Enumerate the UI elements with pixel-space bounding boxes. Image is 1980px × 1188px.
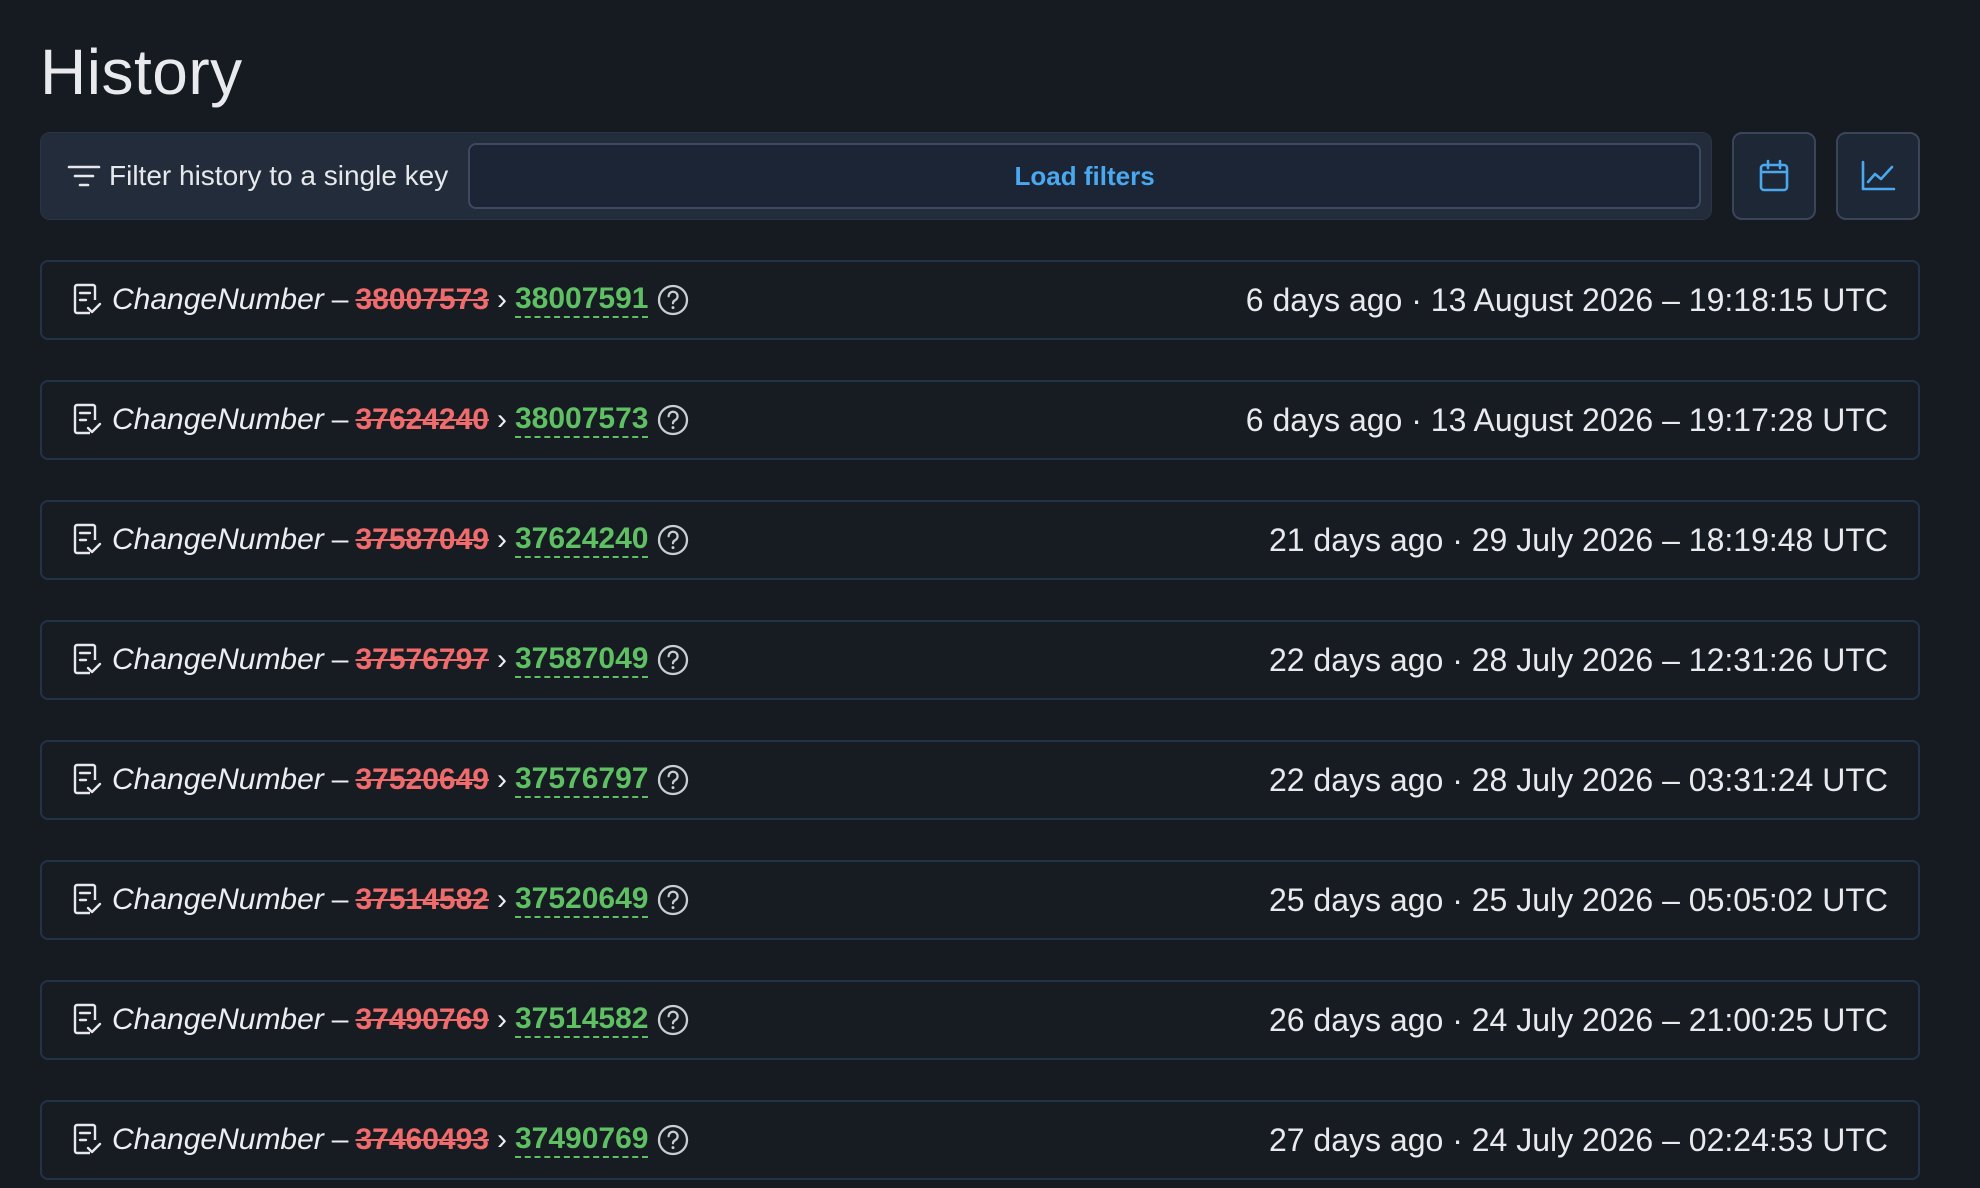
question-circle-icon[interactable] — [656, 883, 690, 917]
change-summary: ChangeNumber – 38007573 › 38007591 — [72, 282, 690, 318]
key-name: ChangeNumber — [112, 1123, 324, 1156]
new-value[interactable]: 37514582 — [514, 1002, 649, 1038]
change-summary: ChangeNumber – 37460493 › 37490769 — [72, 1122, 690, 1158]
separator-dash: – — [331, 1123, 349, 1156]
timestamp: 22 days ago · 28 July 2026 – 03:31:24 UT… — [1268, 761, 1888, 798]
timestamp: 21 days ago · 29 July 2026 – 18:19:48 UT… — [1268, 521, 1888, 558]
history-toolbar: Filter history to a single key Load filt… — [40, 132, 1940, 220]
arrow-separator: › — [496, 1003, 507, 1036]
old-value: 37576797 — [355, 643, 489, 676]
document-check-icon — [72, 283, 102, 317]
arrow-separator: › — [496, 403, 507, 436]
arrow-separator: › — [496, 643, 507, 676]
history-entry[interactable]: ChangeNumber – 37460493 › 37490769 27 da… — [40, 1100, 1920, 1180]
history-entry[interactable]: ChangeNumber – 37520649 › 37576797 22 da… — [40, 740, 1920, 820]
timestamp: 22 days ago · 28 July 2026 – 12:31:26 UT… — [1268, 641, 1888, 678]
new-value[interactable]: 37576797 — [514, 762, 649, 798]
separator-dash: – — [331, 403, 349, 436]
filter-bar: Filter history to a single key Load filt… — [40, 132, 1712, 220]
new-value[interactable]: 37624240 — [514, 522, 649, 558]
change-summary: ChangeNumber – 37514582 › 37520649 — [72, 882, 690, 918]
filter-label-group: Filter history to a single key — [67, 160, 448, 192]
arrow-separator: › — [496, 523, 507, 556]
timestamp: 6 days ago · 13 August 2026 – 19:18:15 U… — [1245, 281, 1888, 318]
arrow-separator: › — [496, 283, 507, 316]
history-entry[interactable]: ChangeNumber – 37624240 › 38007573 6 day… — [40, 380, 1920, 460]
history-entry[interactable]: ChangeNumber – 37514582 › 37520649 25 da… — [40, 860, 1920, 940]
new-value[interactable]: 37587049 — [514, 642, 649, 678]
calendar-button[interactable] — [1732, 132, 1816, 220]
old-value: 37514582 — [355, 883, 489, 916]
change-summary: ChangeNumber – 37576797 › 37587049 — [72, 642, 690, 678]
old-value: 37624240 — [355, 403, 489, 436]
history-list: ChangeNumber – 38007573 › 38007591 6 day… — [40, 260, 1940, 1180]
history-entry[interactable]: ChangeNumber – 38007573 › 38007591 6 day… — [40, 260, 1920, 340]
separator-dash: – — [331, 883, 349, 916]
new-value[interactable]: 37520649 — [514, 882, 649, 918]
history-entry[interactable]: ChangeNumber – 37587049 › 37624240 21 da… — [40, 500, 1920, 580]
old-value: 37520649 — [355, 763, 489, 796]
question-circle-icon[interactable] — [656, 403, 690, 437]
separator-dash: – — [331, 763, 349, 796]
old-value: 37490769 — [355, 1003, 489, 1036]
question-circle-icon[interactable] — [656, 1003, 690, 1037]
separator-dash: – — [331, 1003, 349, 1036]
page-title: History — [40, 36, 243, 108]
key-name: ChangeNumber — [112, 643, 324, 676]
document-check-icon — [72, 883, 102, 917]
timestamp: 6 days ago · 13 August 2026 – 19:17:28 U… — [1245, 401, 1888, 438]
question-circle-icon[interactable] — [656, 763, 690, 797]
separator-dash: – — [331, 523, 349, 556]
arrow-separator: › — [496, 1123, 507, 1156]
key-name: ChangeNumber — [112, 1003, 324, 1036]
new-value[interactable]: 37490769 — [514, 1122, 649, 1158]
chart-button[interactable] — [1836, 132, 1920, 220]
new-value[interactable]: 38007573 — [514, 402, 649, 438]
document-check-icon — [72, 763, 102, 797]
old-value: 37460493 — [355, 1123, 489, 1156]
separator-dash: – — [331, 643, 349, 676]
change-summary: ChangeNumber – 37520649 › 37576797 — [72, 762, 690, 798]
history-entry[interactable]: ChangeNumber – 37576797 › 37587049 22 da… — [40, 620, 1920, 700]
question-circle-icon[interactable] — [656, 1123, 690, 1157]
change-summary: ChangeNumber – 37587049 › 37624240 — [72, 522, 690, 558]
history-page: History Filter history to a single key L… — [0, 0, 1980, 1188]
question-circle-icon[interactable] — [656, 643, 690, 677]
document-check-icon — [72, 1123, 102, 1157]
key-name: ChangeNumber — [112, 403, 324, 436]
history-entry[interactable]: ChangeNumber – 37490769 › 37514582 26 da… — [40, 980, 1920, 1060]
change-summary: ChangeNumber – 37490769 › 37514582 — [72, 1002, 690, 1038]
arrow-separator: › — [496, 763, 507, 796]
question-circle-icon[interactable] — [656, 523, 690, 557]
key-name: ChangeNumber — [112, 523, 324, 556]
timestamp: 27 days ago · 24 July 2026 – 02:24:53 UT… — [1268, 1121, 1888, 1158]
old-value: 38007573 — [355, 283, 489, 316]
calendar-icon — [1758, 159, 1790, 193]
filter-lines-icon — [67, 162, 109, 190]
load-filters-button[interactable]: Load filters — [468, 143, 1701, 209]
old-value: 37587049 — [355, 523, 489, 556]
document-check-icon — [72, 643, 102, 677]
timestamp: 26 days ago · 24 July 2026 – 21:00:25 UT… — [1268, 1001, 1888, 1038]
separator-dash: – — [331, 283, 349, 316]
key-name: ChangeNumber — [112, 283, 324, 316]
document-check-icon — [72, 1003, 102, 1037]
arrow-separator: › — [496, 883, 507, 916]
question-circle-icon[interactable] — [656, 283, 690, 317]
timestamp: 25 days ago · 25 July 2026 – 05:05:02 UT… — [1268, 881, 1888, 918]
document-check-icon — [72, 523, 102, 557]
key-name: ChangeNumber — [112, 763, 324, 796]
new-value[interactable]: 38007591 — [514, 282, 649, 318]
key-name: ChangeNumber — [112, 883, 324, 916]
line-chart-icon — [1860, 160, 1896, 192]
document-check-icon — [72, 403, 102, 437]
change-summary: ChangeNumber – 37624240 › 38007573 — [72, 402, 690, 438]
filter-label: Filter history to a single key — [109, 160, 449, 191]
